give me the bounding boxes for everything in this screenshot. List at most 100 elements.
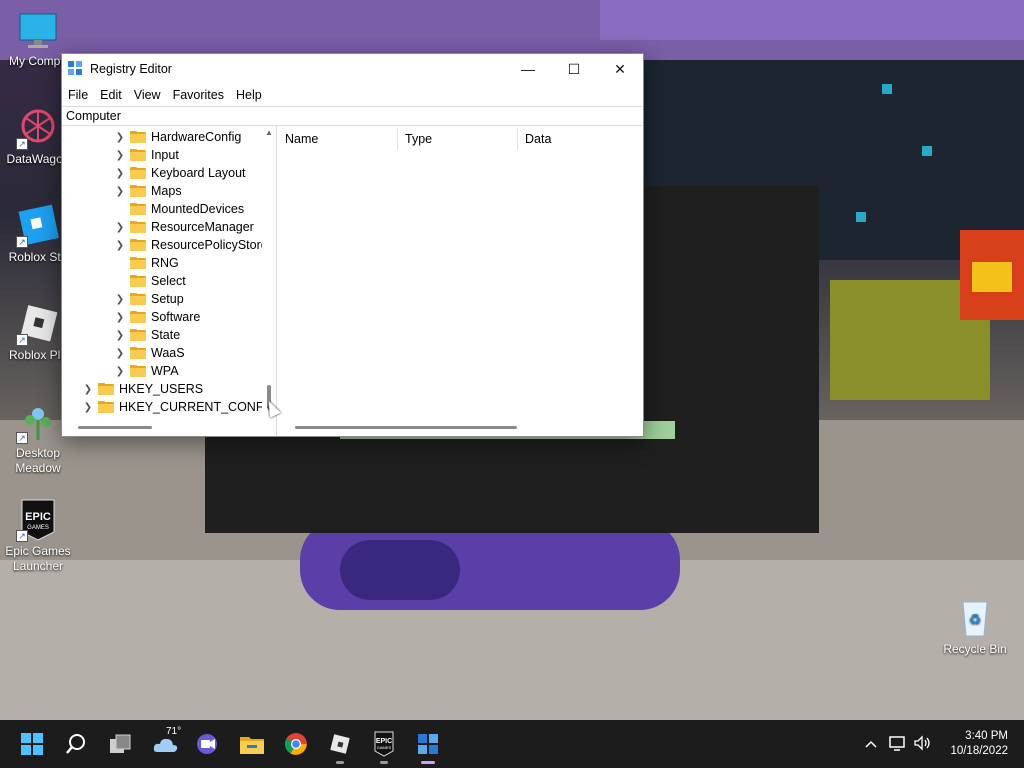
chevron-right-icon[interactable]: ❯ [114, 240, 126, 251]
chevron-right-icon[interactable]: ❯ [114, 366, 126, 377]
tree-item-label: Input [151, 148, 179, 162]
folder-icon [130, 221, 146, 233]
tree-vertical-scrollbar[interactable]: ▲ ▼ [262, 126, 276, 422]
recycle-bin-icon: ♻ [953, 596, 997, 640]
column-type[interactable]: Type [397, 126, 517, 152]
shortcut-arrow-icon: ↗ [16, 236, 28, 248]
column-name[interactable]: Name [277, 126, 397, 152]
chevron-right-icon[interactable]: ❯ [114, 348, 126, 359]
tree-item-label: State [151, 328, 181, 342]
maximize-button[interactable]: ☐ [551, 54, 597, 84]
folder-icon [130, 203, 146, 215]
chrome-icon[interactable] [280, 728, 312, 760]
network-icon[interactable] [886, 735, 910, 754]
regedit-icon[interactable] [412, 728, 444, 764]
tree-item-label: WaaS [151, 346, 185, 360]
tree-item-label: ResourceManager [151, 220, 254, 234]
folder-icon [130, 311, 146, 323]
menu-view[interactable]: View [128, 88, 167, 102]
tree-item[interactable]: ❯ ResourceManager [114, 218, 254, 236]
tree-item-label: Maps [151, 184, 182, 198]
tree-item[interactable]: ❯ WPA [114, 362, 179, 380]
tree-item-label: ResourcePolicyStore [151, 238, 268, 252]
menu-favorites[interactable]: Favorites [167, 88, 230, 102]
folder-icon [130, 167, 146, 179]
scroll-up-icon[interactable]: ▲ [262, 128, 276, 140]
start-icon[interactable] [16, 728, 48, 760]
address-bar[interactable]: Computer [62, 106, 643, 126]
tree-item[interactable]: ❯ Keyboard Layout [114, 164, 246, 182]
tree-item[interactable]: ❯ Setup [114, 290, 184, 308]
meet-icon[interactable] [192, 728, 224, 760]
task-view-icon[interactable] [104, 728, 136, 760]
tree-item[interactable]: ❯ Software [114, 308, 201, 326]
window-title: Registry Editor [90, 62, 172, 76]
clock-date: 10/18/2022 [950, 745, 1008, 757]
weather-icon[interactable]: 71° [148, 726, 184, 760]
chevron-right-icon[interactable]: ❯ [114, 294, 126, 305]
registry-editor-window[interactable]: Registry Editor — ☐ ✕ File Edit View Fav… [61, 53, 644, 437]
close-button[interactable]: ✕ [597, 54, 643, 84]
active-indicator [421, 761, 435, 764]
chevron-right-icon[interactable]: ❯ [114, 330, 126, 341]
svg-text:EPIC: EPIC [25, 511, 51, 523]
epic-games-icon[interactable]: EPIC GAMES [368, 728, 400, 764]
flower-icon: ↗ [16, 400, 60, 444]
folder-icon [130, 329, 146, 341]
menu-help[interactable]: Help [230, 88, 268, 102]
volume-icon[interactable] [910, 734, 934, 754]
tree-item-label: Keyboard Layout [151, 166, 246, 180]
tree-item-label: Setup [151, 292, 184, 306]
chevron-right-icon[interactable]: ❯ [114, 222, 126, 233]
tree-item[interactable]: Select [114, 272, 186, 290]
search-icon[interactable] [60, 728, 92, 760]
folder-icon [98, 383, 114, 395]
title-bar[interactable]: Registry Editor — ☐ ✕ [62, 54, 643, 84]
chevron-right-icon[interactable]: ❯ [82, 402, 94, 413]
folder-icon [130, 257, 146, 269]
desktop-icon-recycle-bin[interactable]: ♻ Recycle Bin [937, 596, 1013, 657]
folder-icon [130, 275, 146, 287]
svg-text:EPIC: EPIC [376, 738, 392, 745]
tree-horizontal-scrollbar[interactable] [78, 426, 152, 429]
address-text: Computer [66, 109, 121, 123]
list-horizontal-scrollbar[interactable] [295, 426, 517, 429]
minimize-button[interactable]: — [505, 54, 551, 84]
chevron-right-icon[interactable]: ❯ [114, 150, 126, 161]
tree-item-label: Select [151, 274, 186, 288]
svg-text:GAMES: GAMES [27, 525, 49, 531]
desktop-icon-label: Desktop Meadow [15, 446, 61, 475]
chevron-right-icon[interactable]: ❯ [82, 384, 94, 395]
roblox-player-icon: ↗ [16, 302, 60, 346]
tree-item[interactable]: ❯ State [114, 326, 180, 344]
tree-item[interactable]: MountedDevices [114, 200, 244, 218]
tree-item[interactable]: RNG [114, 254, 179, 272]
tree-item[interactable]: ❯ WaaS [114, 344, 185, 362]
tree-item[interactable]: ❯ HKEY_CURRENT_CONFIG [82, 398, 276, 416]
regedit-icon [68, 61, 84, 77]
tree-item[interactable]: ❯ HardwareConfig [114, 128, 242, 146]
registry-tree[interactable]: ❯ HardwareConfig ❯ Input ❯ Keyboard Layout ❯ Ma… [62, 126, 277, 436]
tree-item[interactable]: ❯ HKEY_USERS [82, 380, 203, 398]
chevron-right-icon[interactable]: ❯ [114, 312, 126, 323]
chevron-right-icon[interactable]: ❯ [114, 186, 126, 197]
desktop-icon-epic-games[interactable]: EPIC GAMES ↗ Epic Games Launcher [0, 498, 76, 574]
menu-edit[interactable]: Edit [94, 88, 128, 102]
tree-item[interactable]: ❯ Maps [114, 182, 182, 200]
shortcut-arrow-icon: ↗ [16, 432, 28, 444]
chevron-up-icon[interactable] [862, 737, 880, 751]
menu-file[interactable]: File [62, 88, 94, 102]
file-explorer-icon[interactable] [236, 728, 268, 760]
menu-bar: File Edit View Favorites Help [62, 84, 643, 106]
values-list[interactable]: Name Type Data [277, 126, 643, 436]
tree-item[interactable]: ❯ ResourcePolicyStore [114, 236, 268, 254]
column-data[interactable]: Data [517, 126, 637, 152]
clock[interactable]: 3:40 PM 10/18/2022 [950, 729, 1008, 759]
chevron-right-icon[interactable]: ❯ [114, 132, 126, 143]
tree-item[interactable]: ❯ Input [114, 146, 179, 164]
shortcut-arrow-icon: ↗ [16, 138, 28, 150]
chevron-right-icon[interactable]: ❯ [114, 168, 126, 179]
desktop-icon-label: Recycle Bin [943, 642, 1007, 656]
roblox-icon[interactable] [324, 728, 356, 764]
system-tray [862, 720, 934, 768]
